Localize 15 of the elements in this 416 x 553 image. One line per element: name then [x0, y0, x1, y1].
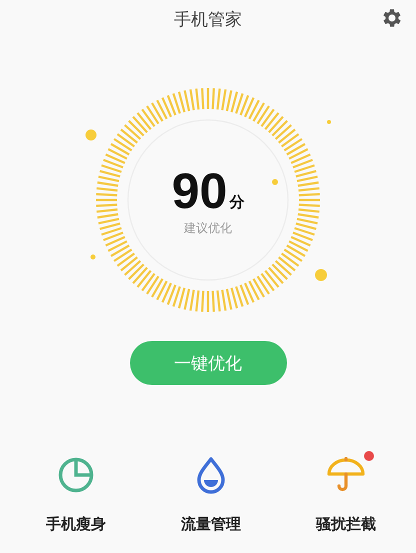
dot: [90, 254, 96, 260]
tool-label[interactable]: 流量管理: [181, 515, 241, 534]
score-value: 90: [172, 166, 228, 216]
screen-title: 手机管家: [174, 8, 242, 30]
dot: [315, 269, 327, 281]
umbrella-icon[interactable]: [326, 457, 366, 493]
dot: [86, 130, 96, 140]
pie-chart-icon[interactable]: [58, 457, 94, 493]
dot: [272, 179, 278, 185]
tool-label[interactable]: 手机瘦身: [46, 515, 106, 534]
score-unit: 分: [229, 193, 244, 212]
water-drop-icon[interactable]: [195, 456, 227, 494]
tool-label[interactable]: 骚扰拦截: [316, 515, 376, 534]
dot: [327, 120, 331, 124]
score-hint: 建议优化: [184, 220, 232, 237]
